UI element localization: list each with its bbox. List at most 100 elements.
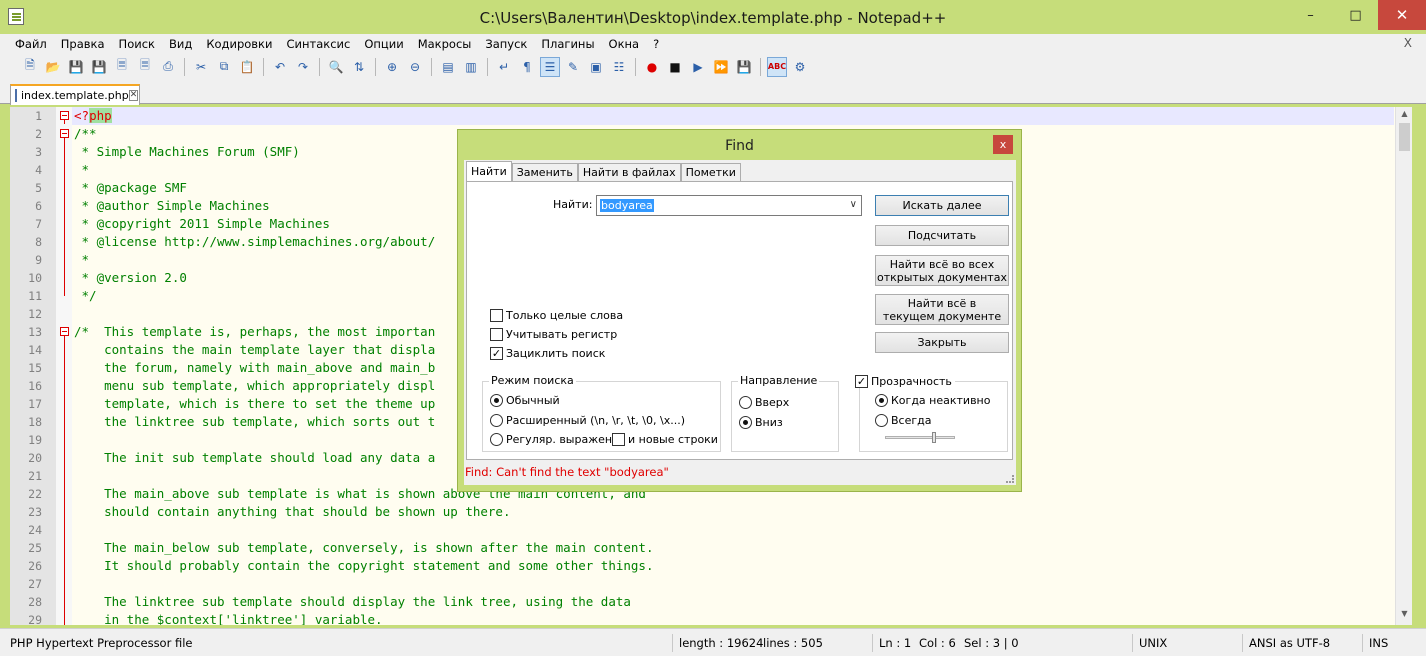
line-number: 7: [35, 217, 42, 231]
save-all-icon[interactable]: 💾: [89, 57, 109, 77]
transparency-slider[interactable]: [885, 432, 955, 443]
close-button[interactable]: Закрыть: [875, 332, 1009, 353]
doc-map-icon[interactable]: ▣: [586, 57, 606, 77]
find-what-input[interactable]: bodyarea ∨: [596, 195, 862, 216]
regex-label: Регуляр. выражен.: [506, 433, 616, 446]
window-controls: – □ ✕: [1288, 0, 1426, 30]
resize-grip-icon[interactable]: [1006, 475, 1014, 483]
scrollbar-thumb[interactable]: [1399, 123, 1410, 151]
user-language-icon[interactable]: ✎: [563, 57, 583, 77]
tab-close-icon[interactable]: ✕: [128, 90, 139, 101]
show-all-chars-icon[interactable]: ¶: [517, 57, 537, 77]
vertical-scrollbar[interactable]: ▲ ▼: [1395, 107, 1412, 625]
menu-search[interactable]: Поиск: [112, 37, 162, 51]
stop-macro-icon[interactable]: ■: [665, 57, 685, 77]
fold-line: [64, 336, 65, 625]
transparency-checkbox[interactable]: ✓ Прозрачность: [855, 375, 955, 388]
replace-icon[interactable]: ⇅: [349, 57, 369, 77]
menu-settings[interactable]: Опции: [357, 37, 410, 51]
print-icon[interactable]: ⎙: [158, 57, 178, 77]
find-all-current-label-2: текущем документе: [882, 309, 1002, 323]
transparency-on-lose-focus-radio[interactable]: Когда неактивно: [875, 394, 990, 407]
direction-down-radio[interactable]: Вниз: [739, 416, 783, 429]
checkmark-icon: ✓: [855, 375, 868, 388]
zoom-in-icon[interactable]: ⊕: [382, 57, 402, 77]
find-next-button[interactable]: Искать далее: [875, 195, 1009, 216]
fold-margin: [56, 107, 72, 625]
search-mode-regex-radio[interactable]: Регуляр. выражен.: [490, 433, 616, 446]
zoom-out-icon[interactable]: ⊖: [405, 57, 425, 77]
whole-word-checkbox[interactable]: Только целые слова: [490, 309, 623, 322]
line-number: 1: [35, 109, 42, 123]
search-mode-normal-radio[interactable]: Обычный: [490, 394, 560, 407]
line-number: 15: [28, 361, 42, 375]
sync-horizontal-icon[interactable]: ▥: [461, 57, 481, 77]
scroll-down-icon[interactable]: ▼: [1396, 609, 1412, 623]
tab-replace[interactable]: Заменить: [511, 163, 578, 182]
plugin-icon[interactable]: ⚙: [790, 57, 810, 77]
record-macro-icon[interactable]: ●: [642, 57, 662, 77]
open-file-icon[interactable]: 📂: [43, 57, 63, 77]
newline-label: и новые строки: [628, 433, 718, 446]
match-case-label: Учитывать регистр: [506, 328, 618, 341]
menu-run[interactable]: Запуск: [478, 37, 534, 51]
fold-toggle-icon[interactable]: [60, 129, 69, 138]
word-wrap-icon[interactable]: ↵: [494, 57, 514, 77]
chevron-down-icon[interactable]: ∨: [850, 199, 857, 210]
spell-check-icon[interactable]: ABC: [767, 56, 787, 77]
line-number: 28: [28, 595, 42, 609]
close-all-icon[interactable]: 🗏: [135, 57, 155, 77]
redo-icon[interactable]: ↷: [293, 57, 313, 77]
wrap-around-checkbox[interactable]: ✓ Зациклить поиск: [490, 347, 605, 360]
close-file-icon[interactable]: 🗏: [112, 57, 132, 77]
find-icon[interactable]: 🔍: [326, 57, 346, 77]
transparency-always-radio[interactable]: Всегда: [875, 414, 932, 427]
menu-encoding[interactable]: Кодировки: [199, 37, 279, 51]
minimize-button[interactable]: –: [1288, 0, 1333, 30]
direction-up-radio[interactable]: Вверх: [739, 396, 789, 409]
close-document-button[interactable]: X: [1404, 36, 1412, 50]
title-bar: C:\Users\Валентин\Desktop\index.template…: [0, 0, 1426, 34]
window-close-button[interactable]: ✕: [1378, 0, 1426, 30]
line-number: 27: [28, 577, 42, 591]
menu-window[interactable]: Окна: [602, 37, 647, 51]
tab-index-template[interactable]: index.template.php ✕: [10, 84, 140, 105]
sync-vertical-icon[interactable]: ▤: [438, 57, 458, 77]
undo-icon[interactable]: ↶: [270, 57, 290, 77]
menu-language[interactable]: Синтаксис: [279, 37, 357, 51]
match-case-checkbox[interactable]: Учитывать регистр: [490, 328, 617, 341]
find-all-in-open-docs-button[interactable]: Найти всё во всех открытых документах: [875, 255, 1009, 286]
menu-macro[interactable]: Макросы: [411, 37, 479, 51]
save-icon[interactable]: 💾: [66, 57, 86, 77]
indent-guide-icon[interactable]: ☰: [540, 56, 560, 77]
copy-icon[interactable]: ⧉: [214, 57, 234, 77]
cut-icon[interactable]: ✂: [191, 57, 211, 77]
menu-view[interactable]: Вид: [162, 37, 199, 51]
menu-file[interactable]: Файл: [8, 37, 54, 51]
dot-matches-newline-checkbox[interactable]: и новые строки: [612, 433, 718, 446]
play-macro-icon[interactable]: ▶: [688, 57, 708, 77]
fold-toggle-icon[interactable]: [60, 327, 69, 336]
checkmark-icon: ✓: [490, 347, 503, 360]
tab-mark[interactable]: Пометки: [680, 163, 741, 182]
tab-find[interactable]: Найти: [466, 161, 512, 182]
menu-plugins[interactable]: Плагины: [534, 37, 601, 51]
menu-edit[interactable]: Правка: [54, 37, 112, 51]
find-all-in-current-doc-button[interactable]: Найти всё в текущем документе: [875, 294, 1009, 325]
run-macro-multiple-icon[interactable]: ⏩: [711, 57, 731, 77]
count-button[interactable]: Подсчитать: [875, 225, 1009, 246]
menu-help[interactable]: ?: [646, 37, 666, 51]
save-macro-icon[interactable]: 💾: [734, 57, 754, 77]
tab-find-in-files[interactable]: Найти в файлах: [577, 163, 681, 182]
slider-knob[interactable]: [932, 432, 936, 443]
search-mode-extended-radio[interactable]: Расширенный (\n, \r, \t, \0, \x...): [490, 414, 685, 427]
new-file-icon[interactable]: 🗎: [20, 57, 40, 77]
fold-toggle-icon[interactable]: [60, 111, 69, 120]
direction-down-label: Вниз: [755, 416, 783, 429]
maximize-button[interactable]: □: [1333, 0, 1378, 30]
function-list-icon[interactable]: ☷: [609, 57, 629, 77]
find-dialog-close-button[interactable]: x: [993, 135, 1013, 154]
paste-icon[interactable]: 📋: [237, 57, 257, 77]
line-number: 3: [35, 145, 42, 159]
scroll-up-icon[interactable]: ▲: [1396, 109, 1412, 123]
